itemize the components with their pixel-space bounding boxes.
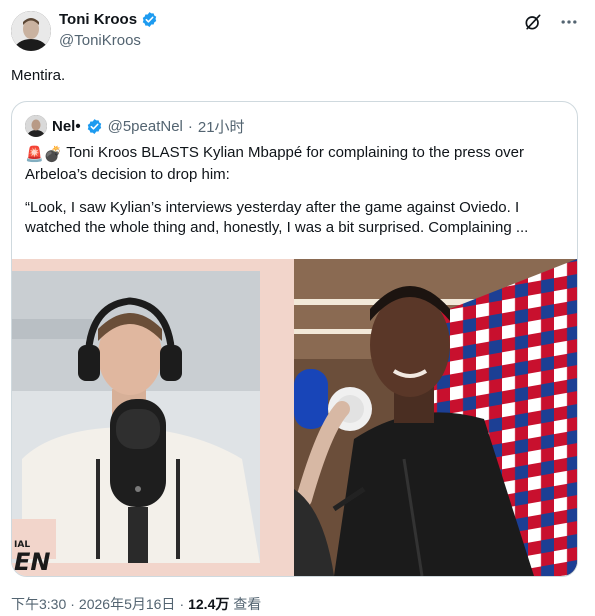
siren-bomb-emoji: 🚨💣 — [25, 146, 63, 163]
verified-badge-icon — [86, 118, 103, 135]
more-icon[interactable] — [559, 12, 579, 32]
quoted-line-2: “Look, I saw Kylian’s interviews yesterd… — [25, 199, 529, 236]
quoted-tweet-header: Nel• @5peatNel · 21小时 — [25, 115, 245, 137]
author-name[interactable]: Toni Kroos — [59, 11, 158, 28]
author-avatar[interactable] — [11, 11, 51, 51]
footer-separator: · — [179, 596, 185, 612]
tweet-date[interactable]: 2026年5月16日 — [79, 596, 176, 612]
media-image-podcast[interactable]: IAL EN — [12, 259, 294, 576]
quoted-tweet-time[interactable]: 21小时 — [198, 116, 245, 137]
podcast-logo: IAL EN — [14, 540, 50, 574]
quoted-line-1: Toni Kroos BLASTS Kylian Mbappé for comp… — [25, 144, 524, 183]
tweet-footer: 下午3:30 · 2026年5月16日 · 12.4万 查看 — [11, 594, 261, 614]
quoted-tweet[interactable]: Nel• @5peatNel · 21小时 🚨💣 Toni Kroos BLAS… — [11, 101, 578, 577]
tweet-text: Mentira. — [11, 67, 66, 84]
author-name-text[interactable]: Toni Kroos — [59, 11, 137, 28]
meta-separator: · — [187, 117, 193, 135]
verified-badge-icon — [141, 11, 158, 28]
grok-icon[interactable] — [523, 12, 543, 32]
quoted-media[interactable]: IAL EN — [12, 259, 577, 576]
quoted-author-name[interactable]: Nel• — [52, 118, 81, 135]
views-label: 查看 — [233, 596, 262, 612]
podcast-logo-large: EN — [14, 548, 51, 576]
quoted-author-avatar[interactable] — [25, 115, 47, 137]
quoted-tweet-body: 🚨💣 Toni Kroos BLASTS Kylian Mbappé for c… — [25, 143, 565, 238]
views-count[interactable]: 12.4万 — [188, 596, 229, 612]
tweet-time[interactable]: 下午3:30 — [11, 596, 66, 612]
quoted-author-handle[interactable]: @5peatNel — [108, 118, 183, 135]
footer-separator: · — [70, 596, 75, 612]
media-image-interview[interactable] — [294, 259, 577, 576]
author-handle[interactable]: @ToniKroos — [59, 32, 141, 49]
